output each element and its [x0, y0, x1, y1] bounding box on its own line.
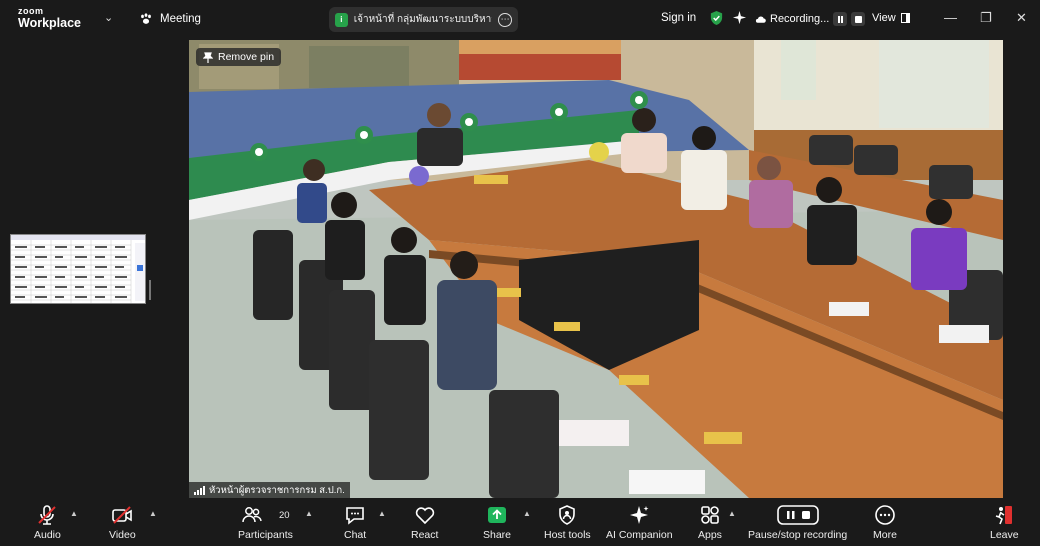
view-layout-icon — [900, 13, 910, 23]
host-tools-shield-icon — [559, 505, 576, 525]
restore-window-icon[interactable]: ❐ — [980, 10, 992, 26]
video-label: Video — [109, 529, 136, 541]
meeting-label: Meeting — [160, 13, 201, 25]
more-dots-icon — [875, 505, 895, 525]
video-off-icon — [112, 506, 133, 524]
minimize-icon[interactable]: — — [944, 10, 957, 25]
top-bar: zoom Workplace ⌄ Meeting i เจ้าหน้าที่ ก… — [0, 0, 1040, 38]
host-tools-button[interactable]: Host tools — [544, 504, 591, 541]
pause-stop-recording-icon — [776, 505, 819, 525]
chevron-down-icon[interactable]: ⌄ — [104, 11, 113, 24]
pause-stop-recording-button[interactable]: Pause/stop recording — [748, 504, 847, 541]
audio-button[interactable]: Audio — [34, 504, 61, 541]
meeting-title-pill[interactable]: i เจ้าหน้าที่ กลุ่มพัฒนาระบบบริหาร ส.ป.ก… — [329, 7, 518, 32]
react-label: React — [411, 529, 439, 541]
meeting-tab[interactable]: Meeting — [139, 12, 201, 26]
ai-sparkle-icon[interactable] — [732, 10, 747, 25]
participants-icon — [242, 507, 263, 523]
chat-label: Chat — [344, 529, 367, 541]
meeting-toolbar: Audio ▲ Video ▲ Participants 20 ▲ Chat ▲… — [0, 500, 1040, 546]
zoom-logo[interactable]: zoom Workplace — [18, 7, 81, 30]
audio-label: Audio — [34, 529, 61, 541]
pin-icon — [203, 51, 213, 63]
apps-icon — [701, 506, 719, 524]
share-label: Share — [483, 529, 512, 541]
participants-label: Participants — [238, 529, 293, 541]
ai-companion-label: AI Companion — [606, 529, 673, 541]
microphone-muted-icon — [38, 505, 57, 525]
participants-count: 20 — [279, 510, 290, 521]
leave-button[interactable]: Leave — [990, 504, 1019, 541]
meeting-info-icon: i — [335, 12, 348, 27]
remove-pin-button[interactable]: Remove pin — [196, 48, 282, 66]
cloud-recording-icon — [755, 16, 766, 23]
logo-workplace-text: Workplace — [18, 16, 81, 30]
ai-companion-sparkle-icon — [630, 506, 649, 524]
apps-label: Apps — [698, 529, 722, 541]
view-label: View — [872, 12, 896, 24]
remove-pin-label: Remove pin — [218, 51, 275, 63]
share-options-caret-icon[interactable]: ▲ — [523, 509, 531, 518]
view-menu[interactable]: View — [872, 12, 910, 24]
heart-icon — [415, 507, 434, 525]
chat-icon — [346, 507, 364, 525]
host-tools-label: Host tools — [544, 529, 591, 541]
more-label: More — [873, 529, 897, 541]
leave-meeting-icon — [996, 506, 1013, 525]
close-icon[interactable]: ✕ — [1016, 10, 1027, 26]
sign-in-button[interactable]: Sign in — [661, 12, 696, 24]
pause-recording-button[interactable] — [833, 12, 848, 26]
share-button[interactable]: Share — [483, 504, 511, 541]
apps-button[interactable]: Apps — [698, 504, 722, 541]
share-screen-icon — [488, 507, 507, 523]
more-options-icon[interactable]: ⋯ — [498, 12, 512, 27]
video-options-caret-icon[interactable]: ▲ — [149, 509, 157, 518]
chat-options-caret-icon[interactable]: ▲ — [378, 509, 386, 518]
signal-strength-icon — [194, 485, 205, 495]
main-video-feed[interactable] — [189, 40, 1003, 498]
apps-options-caret-icon[interactable]: ▲ — [728, 509, 736, 518]
stop-recording-button[interactable] — [851, 12, 866, 26]
meeting-title: เจ้าหน้าที่ กลุ่มพัฒนาระบบบริหาร ส.ป.ก. — [353, 14, 493, 25]
recording-indicator[interactable]: Recording... — [755, 12, 866, 26]
audio-options-caret-icon[interactable]: ▲ — [70, 509, 78, 518]
react-button[interactable]: React — [411, 504, 438, 541]
leave-label: Leave — [990, 529, 1019, 541]
recording-label: Recording... — [770, 13, 830, 25]
spreadsheet-preview — [11, 235, 145, 303]
shared-screen-thumbnail[interactable] — [10, 234, 146, 304]
video-button[interactable]: Video — [109, 504, 136, 541]
logo-zoom-text: zoom — [18, 6, 44, 16]
chat-button[interactable]: Chat — [344, 504, 366, 541]
meeting-room-scene — [189, 40, 1003, 498]
shield-check-icon[interactable] — [709, 10, 724, 26]
speaker-name: หัวหน้าผู้ตรวจราชการกรม ส.ป.ก. — [209, 484, 345, 496]
participants-options-caret-icon[interactable]: ▲ — [305, 509, 313, 518]
ai-companion-button[interactable]: AI Companion — [606, 504, 673, 541]
paw-icon — [141, 13, 151, 24]
pause-stop-recording-label: Pause/stop recording — [748, 529, 848, 541]
speaker-name-tag: หัวหน้าผู้ตรวจราชการกรม ส.ป.ก. — [189, 482, 350, 498]
thumbnail-resize-handle[interactable] — [149, 280, 151, 300]
more-button[interactable]: More — [873, 504, 897, 541]
